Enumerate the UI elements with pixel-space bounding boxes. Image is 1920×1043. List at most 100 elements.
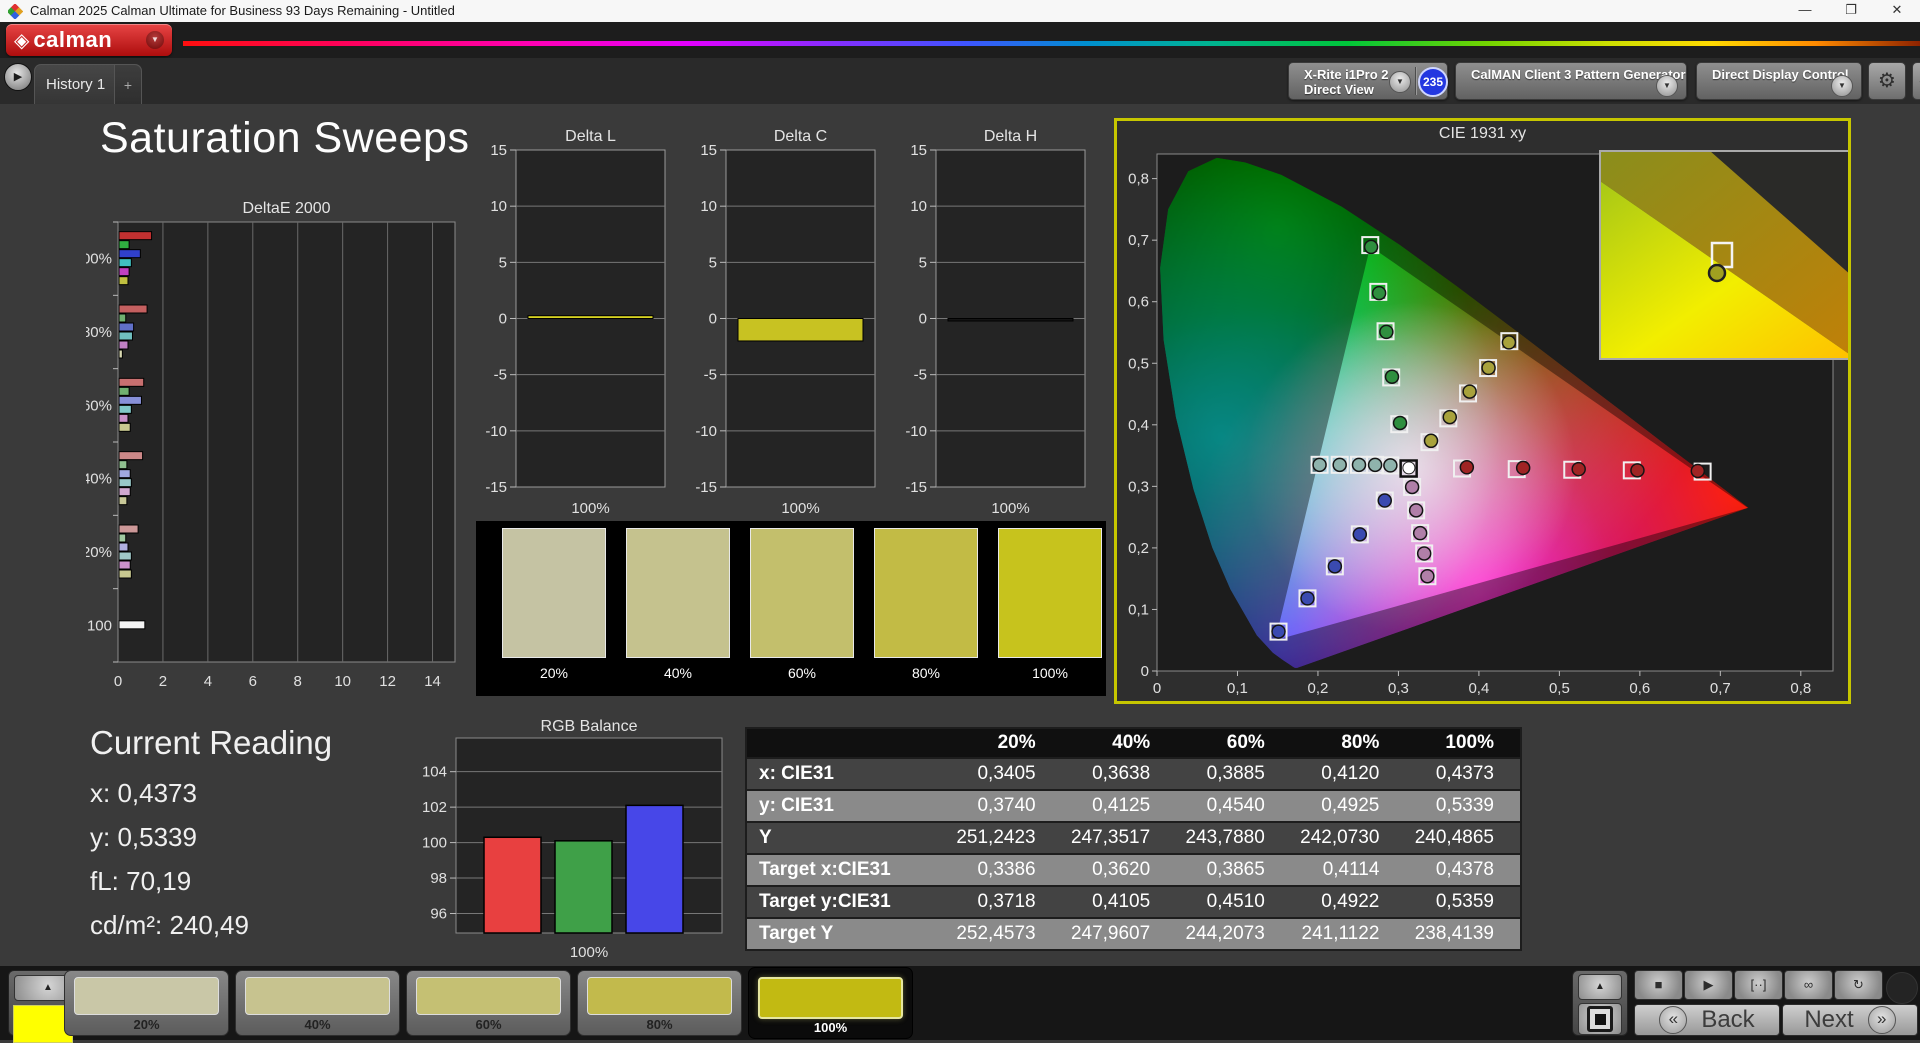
table-cell: 243,7880: [1176, 823, 1291, 853]
table-cell: 0,4540: [1176, 791, 1291, 821]
compare-swatch-80%: [874, 528, 978, 658]
compare-swatch-label: 40%: [626, 665, 730, 681]
refresh-button[interactable]: ↻: [1834, 970, 1883, 1000]
svg-text:100: 100: [422, 835, 447, 852]
tab-history-1[interactable]: History 1 +: [34, 64, 142, 104]
delta-c-chart: 151050-5-10-15100%: [666, 122, 881, 522]
cie-measured-point-red: [1517, 461, 1530, 474]
svg-text:0,7: 0,7: [1710, 680, 1731, 697]
compare-swatch-100%: [998, 528, 1102, 658]
pattern-status-indicator: [1460, 67, 1465, 95]
next-button[interactable]: Next »: [1782, 1004, 1918, 1036]
svg-text:-15: -15: [905, 479, 927, 496]
pattern-generator-dropdown[interactable]: CalMAN Client 3 Pattern Generator ▼: [1455, 62, 1687, 100]
svg-text:-5: -5: [494, 367, 507, 384]
rgb-bar-red: [484, 837, 541, 933]
svg-text:15: 15: [490, 142, 507, 159]
svg-text:104: 104: [422, 764, 447, 781]
tab-label: History 1: [35, 76, 105, 93]
svg-text:8: 8: [294, 673, 302, 690]
svg-text:0,3: 0,3: [1388, 680, 1409, 697]
add-tab-button[interactable]: +: [114, 65, 141, 104]
svg-text:6: 6: [249, 673, 257, 690]
pattern-button-label: 20%: [65, 1017, 228, 1032]
cie-measured-point-magenta: [1406, 480, 1419, 493]
svg-text:0: 0: [499, 311, 507, 328]
compare-swatch-20%: [502, 528, 606, 658]
pattern-button-20%[interactable]: 20%: [64, 970, 229, 1036]
compare-swatch-label: 80%: [874, 665, 978, 681]
close-button[interactable]: ✕: [1874, 0, 1920, 22]
svg-text:80%: 80%: [86, 324, 112, 341]
calman-menu-button[interactable]: ◈ calman ▼: [6, 24, 172, 56]
rgb-bar-green: [555, 841, 612, 933]
settings-button[interactable]: ⚙: [1868, 62, 1906, 100]
chevron-down-icon: ▼: [1831, 75, 1853, 97]
window-title: Calman 2025 Calman Ultimate for Business…: [30, 3, 455, 18]
table-row-label: y: CIE31: [747, 791, 947, 821]
continuous-button[interactable]: ∞: [1784, 970, 1833, 1000]
svg-text:0,4: 0,4: [1128, 417, 1149, 434]
pattern-button-40%[interactable]: 40%: [235, 970, 400, 1036]
window-position-button[interactable]: [1578, 1003, 1622, 1035]
cie-measured-point-magenta: [1421, 570, 1434, 583]
table-cell: 0,4378: [1405, 855, 1520, 885]
measure-options-panel: ▲: [1572, 970, 1628, 1036]
pattern-button-80%[interactable]: 80%: [577, 970, 742, 1036]
svg-text:-10: -10: [695, 423, 717, 440]
tab-bar: ▶ History 1 + X-Rite i1Pro 2 Direct View…: [0, 58, 1920, 104]
svg-text:0: 0: [919, 311, 927, 328]
display-control-dropdown[interactable]: Direct Display Control ▼: [1696, 62, 1862, 100]
back-button[interactable]: « Back: [1634, 1004, 1780, 1036]
cie-chart-title: CIE 1931 xy: [1117, 125, 1848, 143]
cie-measured-point-yellow: [1443, 411, 1456, 424]
table-row-label: Target x:CIE31: [747, 855, 947, 885]
table-row-label: Target y:CIE31: [747, 887, 947, 917]
app-icon: [8, 4, 23, 19]
minimize-button[interactable]: —: [1782, 0, 1828, 22]
cie-measured-point-magenta: [1410, 504, 1423, 517]
table-row: Target y:CIE310,37180,41050,45100,49220,…: [747, 887, 1520, 917]
restore-button[interactable]: ❐: [1828, 0, 1874, 22]
cie-measured-point-yellow: [1502, 336, 1515, 349]
expand-measure-panel-button[interactable]: ▲: [1578, 974, 1622, 1000]
page-title: Saturation Sweeps: [100, 114, 469, 163]
table-row: Target x:CIE310,33860,36200,38650,41140,…: [747, 855, 1520, 885]
cie-measured-point-yellow: [1463, 385, 1476, 398]
table-cell: 0,5359: [1405, 887, 1520, 917]
svg-text:4: 4: [204, 673, 212, 690]
play-button[interactable]: ▶: [1684, 970, 1733, 1000]
table-cell: 244,2073: [1176, 919, 1291, 949]
pattern-button-100%[interactable]: 100%: [748, 967, 913, 1039]
pattern-swatch: [758, 977, 903, 1019]
meter-count-badge[interactable]: 235: [1418, 67, 1448, 97]
calman-logo-icon: ◈: [14, 28, 29, 53]
stop-button[interactable]: ■: [1634, 970, 1683, 1000]
bottom-control-bar: ▲ 20%40%60%80%100% ▲ ■▶[··]∞↻ « Back Nex…: [0, 966, 1920, 1040]
rgb-balance-chart: 1041021009896100%: [420, 714, 740, 974]
cie-measured-point-blue: [1272, 625, 1285, 638]
meter-dropdown[interactable]: X-Rite i1Pro 2 Direct View ▼ 235: [1288, 62, 1448, 100]
svg-text:98: 98: [430, 870, 447, 887]
table-header-row: 20%40%60%80%100%: [747, 729, 1520, 757]
layout-nav-button[interactable]: ▶: [4, 63, 32, 91]
svg-text:0,2: 0,2: [1308, 680, 1329, 697]
series-button[interactable]: [··]: [1734, 970, 1783, 1000]
table-cell: 252,4573: [947, 919, 1062, 949]
svg-text:100%: 100%: [86, 251, 112, 268]
actual-target-swatch-panel: ActualTarget20%40%60%80%100%: [476, 521, 1106, 696]
pattern-button-60%[interactable]: 60%: [406, 970, 571, 1036]
cie-measured-point-magenta: [1414, 527, 1427, 540]
table-col-header: 100%: [1405, 729, 1520, 757]
cie-measured-point-blue: [1328, 560, 1341, 573]
cie-measured-point-red: [1460, 461, 1473, 474]
svg-text:10: 10: [334, 673, 351, 690]
table-col-header: 60%: [1176, 729, 1291, 757]
gear-icon: ⚙: [1878, 70, 1896, 92]
table-cell: 247,9607: [1062, 919, 1177, 949]
cie-whitepoint-circle: [1403, 462, 1415, 474]
table-cell: 0,3865: [1176, 855, 1291, 885]
table-cell: 0,3620: [1062, 855, 1177, 885]
collapse-panel-button[interactable]: ◀: [1912, 62, 1920, 100]
table-cell: 242,0730: [1291, 823, 1406, 853]
